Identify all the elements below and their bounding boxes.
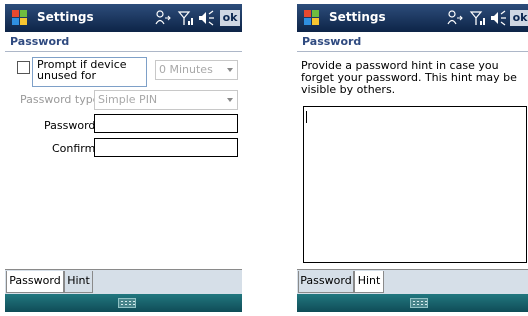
connectivity-icon[interactable] — [446, 9, 464, 27]
password-type-label: Password type: — [20, 93, 104, 106]
title-bar: Settings ok — [297, 4, 528, 32]
input-panel-bar — [5, 294, 242, 312]
page-title: Password — [302, 35, 362, 48]
tab-hint[interactable]: Hint — [64, 271, 93, 293]
page-header: Password — [5, 32, 242, 51]
password-field[interactable] — [94, 114, 238, 133]
windows-start-icon[interactable] — [11, 9, 28, 26]
hint-instructions: Provide a password hint in case you forg… — [301, 59, 517, 96]
tab-hint[interactable]: Hint — [354, 271, 384, 293]
confirm-field[interactable] — [94, 138, 238, 157]
ok-button[interactable]: ok — [510, 10, 528, 26]
tab-password[interactable]: Password — [298, 271, 354, 293]
chevron-down-icon — [227, 68, 233, 72]
signal-icon[interactable] — [177, 9, 195, 27]
signal-icon[interactable] — [469, 9, 487, 27]
password-type-dropdown[interactable]: Simple PIN — [94, 90, 238, 110]
prompt-checkbox[interactable] — [17, 61, 30, 74]
text-cursor — [306, 111, 307, 123]
prompt-minutes-dropdown[interactable]: 0 Minutes — [155, 60, 238, 80]
chevron-down-icon — [227, 98, 233, 102]
window-title: Settings — [37, 10, 94, 24]
tab-bar: Password Hint — [5, 269, 242, 294]
connectivity-icon[interactable] — [154, 9, 172, 27]
header-divider — [297, 51, 528, 52]
prompt-checkbox-label[interactable]: Prompt if device unused for — [32, 57, 147, 87]
keyboard-icon[interactable] — [410, 298, 428, 308]
header-divider — [5, 51, 242, 52]
ok-button[interactable]: ok — [220, 10, 240, 26]
window-title: Settings — [329, 10, 386, 24]
password-type-value: Simple PIN — [98, 93, 158, 106]
windows-start-icon[interactable] — [303, 9, 320, 26]
tab-password[interactable]: Password — [6, 271, 64, 293]
keyboard-icon[interactable] — [118, 298, 136, 308]
hint-text-field[interactable] — [303, 106, 527, 263]
title-bar: Settings ok — [5, 4, 242, 32]
confirm-label: Confirm: — [52, 142, 100, 155]
password-hint-screen: Settings ok Password Provide a password … — [297, 4, 528, 312]
volume-icon[interactable] — [198, 9, 216, 27]
password-settings-screen: Settings ok Password Prompt if device un… — [5, 4, 242, 312]
tab-bar: Password Hint — [297, 269, 528, 294]
volume-icon[interactable] — [490, 9, 508, 27]
page-header: Password — [297, 32, 528, 51]
prompt-minutes-value: 0 Minutes — [159, 63, 213, 76]
password-label: Password: — [44, 119, 100, 132]
page-title: Password — [10, 35, 70, 48]
input-panel-bar — [297, 294, 528, 312]
